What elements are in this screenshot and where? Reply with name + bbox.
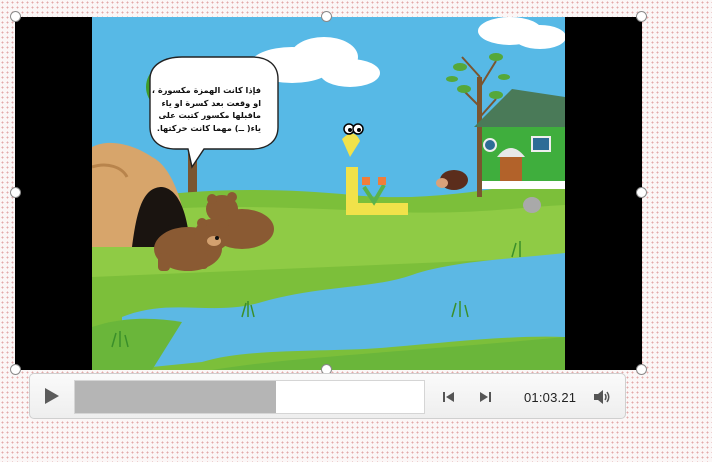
play-button[interactable] <box>36 383 66 409</box>
media-player-controls: 01:03.21 <box>29 373 626 419</box>
resize-handle-top-right[interactable] <box>636 11 647 22</box>
seek-bar[interactable] <box>74 380 425 414</box>
step-forward-button[interactable] <box>476 388 494 406</box>
resize-handle-middle-right[interactable] <box>636 187 647 198</box>
resize-handle-bottom-left[interactable] <box>10 364 21 375</box>
resize-handle-bottom-right[interactable] <box>636 364 647 375</box>
step-forward-icon <box>480 392 491 402</box>
volume-icon <box>594 390 610 404</box>
speech-bubble-text: فإذا كانت الهمزة مكسورة ، او وقعت بعد كس… <box>151 85 261 133</box>
slide-illustration <box>92 17 565 370</box>
step-back-icon <box>443 392 454 402</box>
resize-handle-top-left[interactable] <box>10 11 21 22</box>
time-display: 01:03.21 <box>524 390 577 405</box>
seek-bar-progress <box>75 381 276 413</box>
resize-handle-middle-left[interactable] <box>10 187 21 198</box>
resize-handle-top-center[interactable] <box>321 11 332 22</box>
volume-button[interactable] <box>592 387 612 407</box>
cartoon-scene <box>92 17 565 370</box>
step-back-button[interactable] <box>440 388 458 406</box>
play-icon <box>45 388 59 404</box>
